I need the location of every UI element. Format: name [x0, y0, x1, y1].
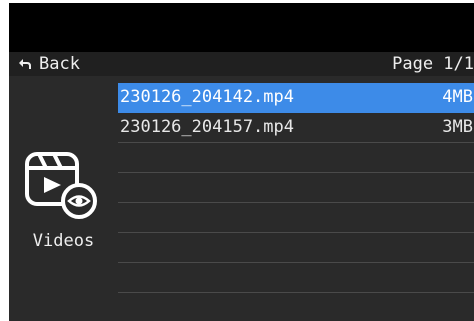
video-folder-icon	[24, 151, 104, 221]
file-list: 230126_204142.mp4 4MB 230126_204157.mp4 …	[118, 76, 474, 321]
file-row[interactable]: 230126_204142.mp4 4MB	[118, 83, 474, 113]
back-button[interactable]: Back	[18, 52, 80, 76]
file-size: 4MB	[442, 87, 473, 107]
header-bar: Back Page 1/1	[9, 52, 474, 76]
empty-list-row	[118, 233, 474, 263]
sidebar: Videos	[9, 76, 118, 321]
file-name: 230126_204157.mp4	[120, 117, 294, 137]
folder-label: Videos	[32, 231, 95, 251]
file-size: 3MB	[442, 117, 473, 137]
top-strip	[9, 3, 474, 52]
file-name: 230126_204142.mp4	[120, 87, 294, 107]
back-label: Back	[39, 54, 80, 74]
file-row[interactable]: 230126_204157.mp4 3MB	[118, 113, 474, 143]
empty-list-row	[118, 143, 474, 173]
device-screen: Back Page 1/1 Videos 230126_204142.mp4 4…	[9, 3, 474, 321]
empty-list-row	[118, 203, 474, 233]
page-indicator: Page 1/1	[392, 54, 474, 74]
back-arrow-icon	[18, 58, 32, 70]
empty-list-row	[118, 173, 474, 203]
empty-list-row	[118, 263, 474, 293]
